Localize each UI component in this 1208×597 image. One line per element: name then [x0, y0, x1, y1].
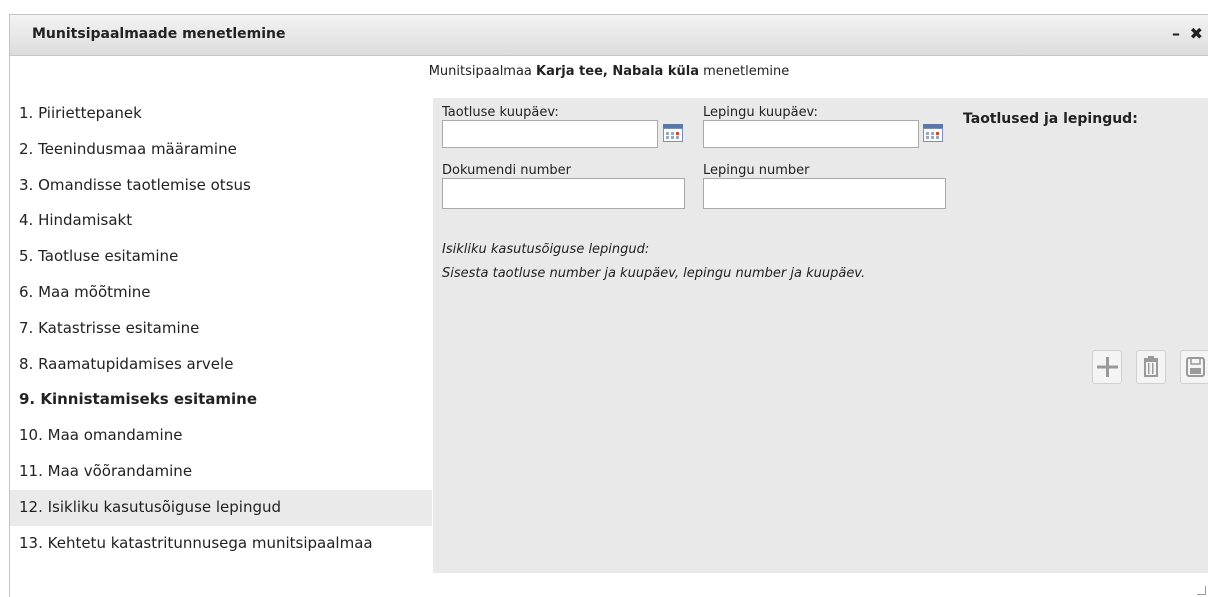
step-item-5[interactable]: 5. Taotluse esitamine [10, 239, 432, 275]
step-item-9[interactable]: 9. Kinnistamiseks esitamine [10, 382, 432, 418]
calendar-icon[interactable] [923, 124, 943, 142]
parcel-name: Karja tee, Nabala küla [536, 64, 699, 79]
dialog-title: Munitsipaalmaade menetlemine [32, 26, 286, 42]
contract-number-input[interactable] [703, 178, 946, 209]
subtitle-suffix: menetlemine [703, 64, 790, 79]
step-item-12[interactable]: 12. Isikliku kasutusõiguse lepingud [10, 489, 432, 526]
step-item-3[interactable]: 3. Omandisse taotlemise otsus [10, 168, 432, 204]
step-item-2[interactable]: 2. Teenindusmaa määramine [10, 132, 432, 168]
resize-handle[interactable] [1197, 586, 1206, 595]
step-item-7[interactable]: 7. Katastrisse esitamine [10, 311, 432, 347]
applications-contracts-title: Taotlused ja lepingud: [963, 111, 1138, 127]
plus-icon [1097, 357, 1118, 377]
contract-number-label: Lepingu number [703, 163, 810, 178]
trash-icon [1144, 356, 1158, 377]
step-item-11[interactable]: 11. Maa võõrandamine [10, 454, 432, 490]
add-button[interactable] [1092, 350, 1122, 384]
step-item-10[interactable]: 10. Maa omandamine [10, 418, 432, 454]
document-number-input[interactable] [442, 178, 685, 209]
step-item-1[interactable]: 1. Piiriettepanek [10, 96, 432, 132]
close-button[interactable]: ✖ [1190, 24, 1203, 43]
application-date-label: Taotluse kuupäev: [442, 105, 559, 120]
step-item-6[interactable]: 6. Maa mõõtmine [10, 275, 432, 311]
contract-date-input[interactable] [703, 120, 919, 148]
dialog-window: Munitsipaalmaade menetlemine – ✖ Munitsi… [9, 14, 1208, 597]
subtitle-prefix: Munitsipaalmaa [428, 64, 532, 79]
delete-button[interactable] [1136, 350, 1166, 384]
application-date-input[interactable] [442, 120, 658, 148]
form-hint: Sisesta taotluse number ja kuupäev, lepi… [442, 266, 866, 281]
calendar-icon[interactable] [663, 124, 683, 142]
dialog-titlebar[interactable]: Munitsipaalmaade menetlemine – ✖ [10, 15, 1208, 56]
step-item-13[interactable]: 13. Kehtetu katastritunnusega munitsipaa… [10, 526, 432, 562]
contract-form-panel: Taotluse kuupäev: Lepingu kuupäev: Dokum… [433, 98, 1208, 573]
page-subtitle: Munitsipaalmaa Karja tee, Nabala küla me… [10, 64, 1208, 79]
document-number-label: Dokumendi number [442, 163, 571, 178]
save-icon [1186, 357, 1205, 377]
step-list: 1. Piiriettepanek 2. Teenindusmaa määram… [10, 96, 432, 561]
contract-date-label: Lepingu kuupäev: [703, 105, 818, 120]
step-item-8[interactable]: 8. Raamatupidamises arvele [10, 347, 432, 383]
section-title: Isikliku kasutusõiguse lepingud: [442, 242, 650, 257]
save-button[interactable] [1180, 350, 1208, 384]
step-item-4[interactable]: 4. Hindamisakt [10, 203, 432, 239]
minimize-button[interactable]: – [1172, 24, 1180, 43]
